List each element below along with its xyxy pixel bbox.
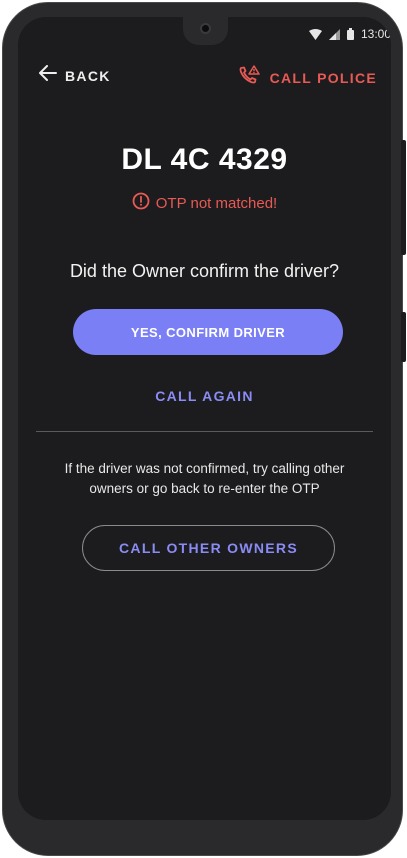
- otp-error-text: OTP not matched!: [155, 194, 278, 212]
- power-button: [401, 312, 406, 362]
- arrow-left-icon: [39, 65, 57, 86]
- call-police-button[interactable]: CALL POLICE: [238, 65, 377, 90]
- wifi-icon: [308, 28, 322, 40]
- phone-alert-icon: [238, 65, 260, 90]
- info-text: If the driver was not confirmed, try cal…: [64, 461, 345, 496]
- back-label: BACK: [65, 67, 111, 84]
- camera-icon: [200, 23, 211, 34]
- vehicle-plate: DL 4C 4329: [121, 143, 288, 176]
- volume-button: [401, 140, 406, 255]
- status-time: 13:00: [360, 27, 391, 41]
- call-other-owners-button[interactable]: CALL OTHER OWNERS: [82, 525, 335, 571]
- back-button[interactable]: BACK: [39, 65, 111, 86]
- confirm-question: Did the Owner confirm the driver?: [69, 261, 340, 281]
- phone-frame: 13:00 BACK CALL POLICE DL 4C 4329 OTP no…: [2, 2, 406, 856]
- call-police-label: CALL POLICE: [269, 69, 377, 86]
- screen: 13:00 BACK CALL POLICE DL 4C 4329 OTP no…: [18, 17, 391, 820]
- status-bar: 13:00: [308, 25, 391, 43]
- call-again-button[interactable]: CALL AGAIN: [18, 388, 391, 404]
- alert-circle-icon: [132, 192, 150, 214]
- battery-icon: [346, 28, 354, 40]
- otp-error: OTP not matched!: [18, 192, 391, 214]
- confirm-driver-button[interactable]: YES, CONFIRM DRIVER: [73, 309, 343, 355]
- top-bar: BACK CALL POLICE: [18, 63, 391, 89]
- signal-icon: [328, 28, 340, 40]
- divider: [36, 431, 373, 432]
